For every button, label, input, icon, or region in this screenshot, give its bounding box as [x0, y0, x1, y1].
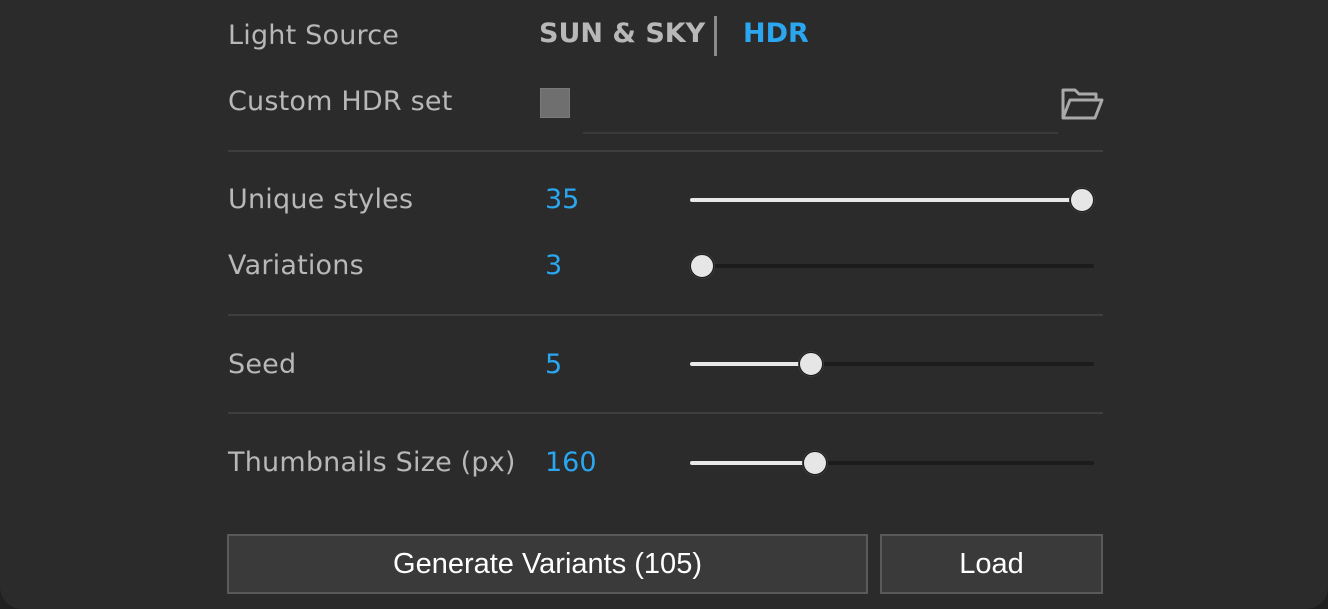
tab-separator — [714, 16, 717, 56]
slider-fill — [690, 362, 811, 366]
thumbnails-size-slider[interactable] — [690, 448, 1094, 478]
load-button[interactable]: Load — [880, 534, 1103, 594]
tab-hdr[interactable]: HDR — [743, 18, 809, 49]
divider — [228, 412, 1103, 414]
divider — [228, 150, 1103, 152]
generate-variants-button[interactable]: Generate Variants (105) — [227, 534, 868, 594]
variations-value: 3 — [545, 250, 563, 281]
light-source-label: Light Source — [228, 20, 400, 51]
slider-thumb[interactable] — [799, 352, 823, 376]
custom-hdr-checkbox[interactable] — [540, 88, 570, 118]
slider-fill — [690, 461, 815, 465]
tab-sun-sky[interactable]: SUN & SKY — [539, 18, 705, 49]
slider-track — [690, 264, 1094, 268]
divider — [228, 314, 1103, 316]
variants-panel: Light Source SUN & SKY HDR Custom HDR se… — [0, 0, 1328, 609]
slider-thumb[interactable] — [1070, 188, 1094, 212]
seed-value: 5 — [545, 349, 563, 380]
thumbnails-size-label: Thumbnails Size (px) — [228, 447, 516, 478]
seed-label: Seed — [228, 349, 297, 380]
custom-hdr-label: Custom HDR set — [228, 86, 453, 117]
seed-slider[interactable] — [690, 349, 1094, 379]
thumbnails-size-value: 160 — [545, 447, 597, 478]
slider-thumb[interactable] — [803, 451, 827, 475]
variations-slider[interactable] — [690, 251, 1094, 281]
slider-thumb[interactable] — [690, 254, 714, 278]
unique-styles-value: 35 — [545, 184, 580, 215]
hdr-path-field[interactable] — [583, 84, 1058, 134]
unique-styles-slider[interactable] — [690, 185, 1094, 215]
variations-label: Variations — [228, 250, 364, 281]
folder-open-icon[interactable] — [1058, 82, 1106, 124]
slider-fill — [690, 198, 1082, 202]
unique-styles-label: Unique styles — [228, 184, 414, 215]
